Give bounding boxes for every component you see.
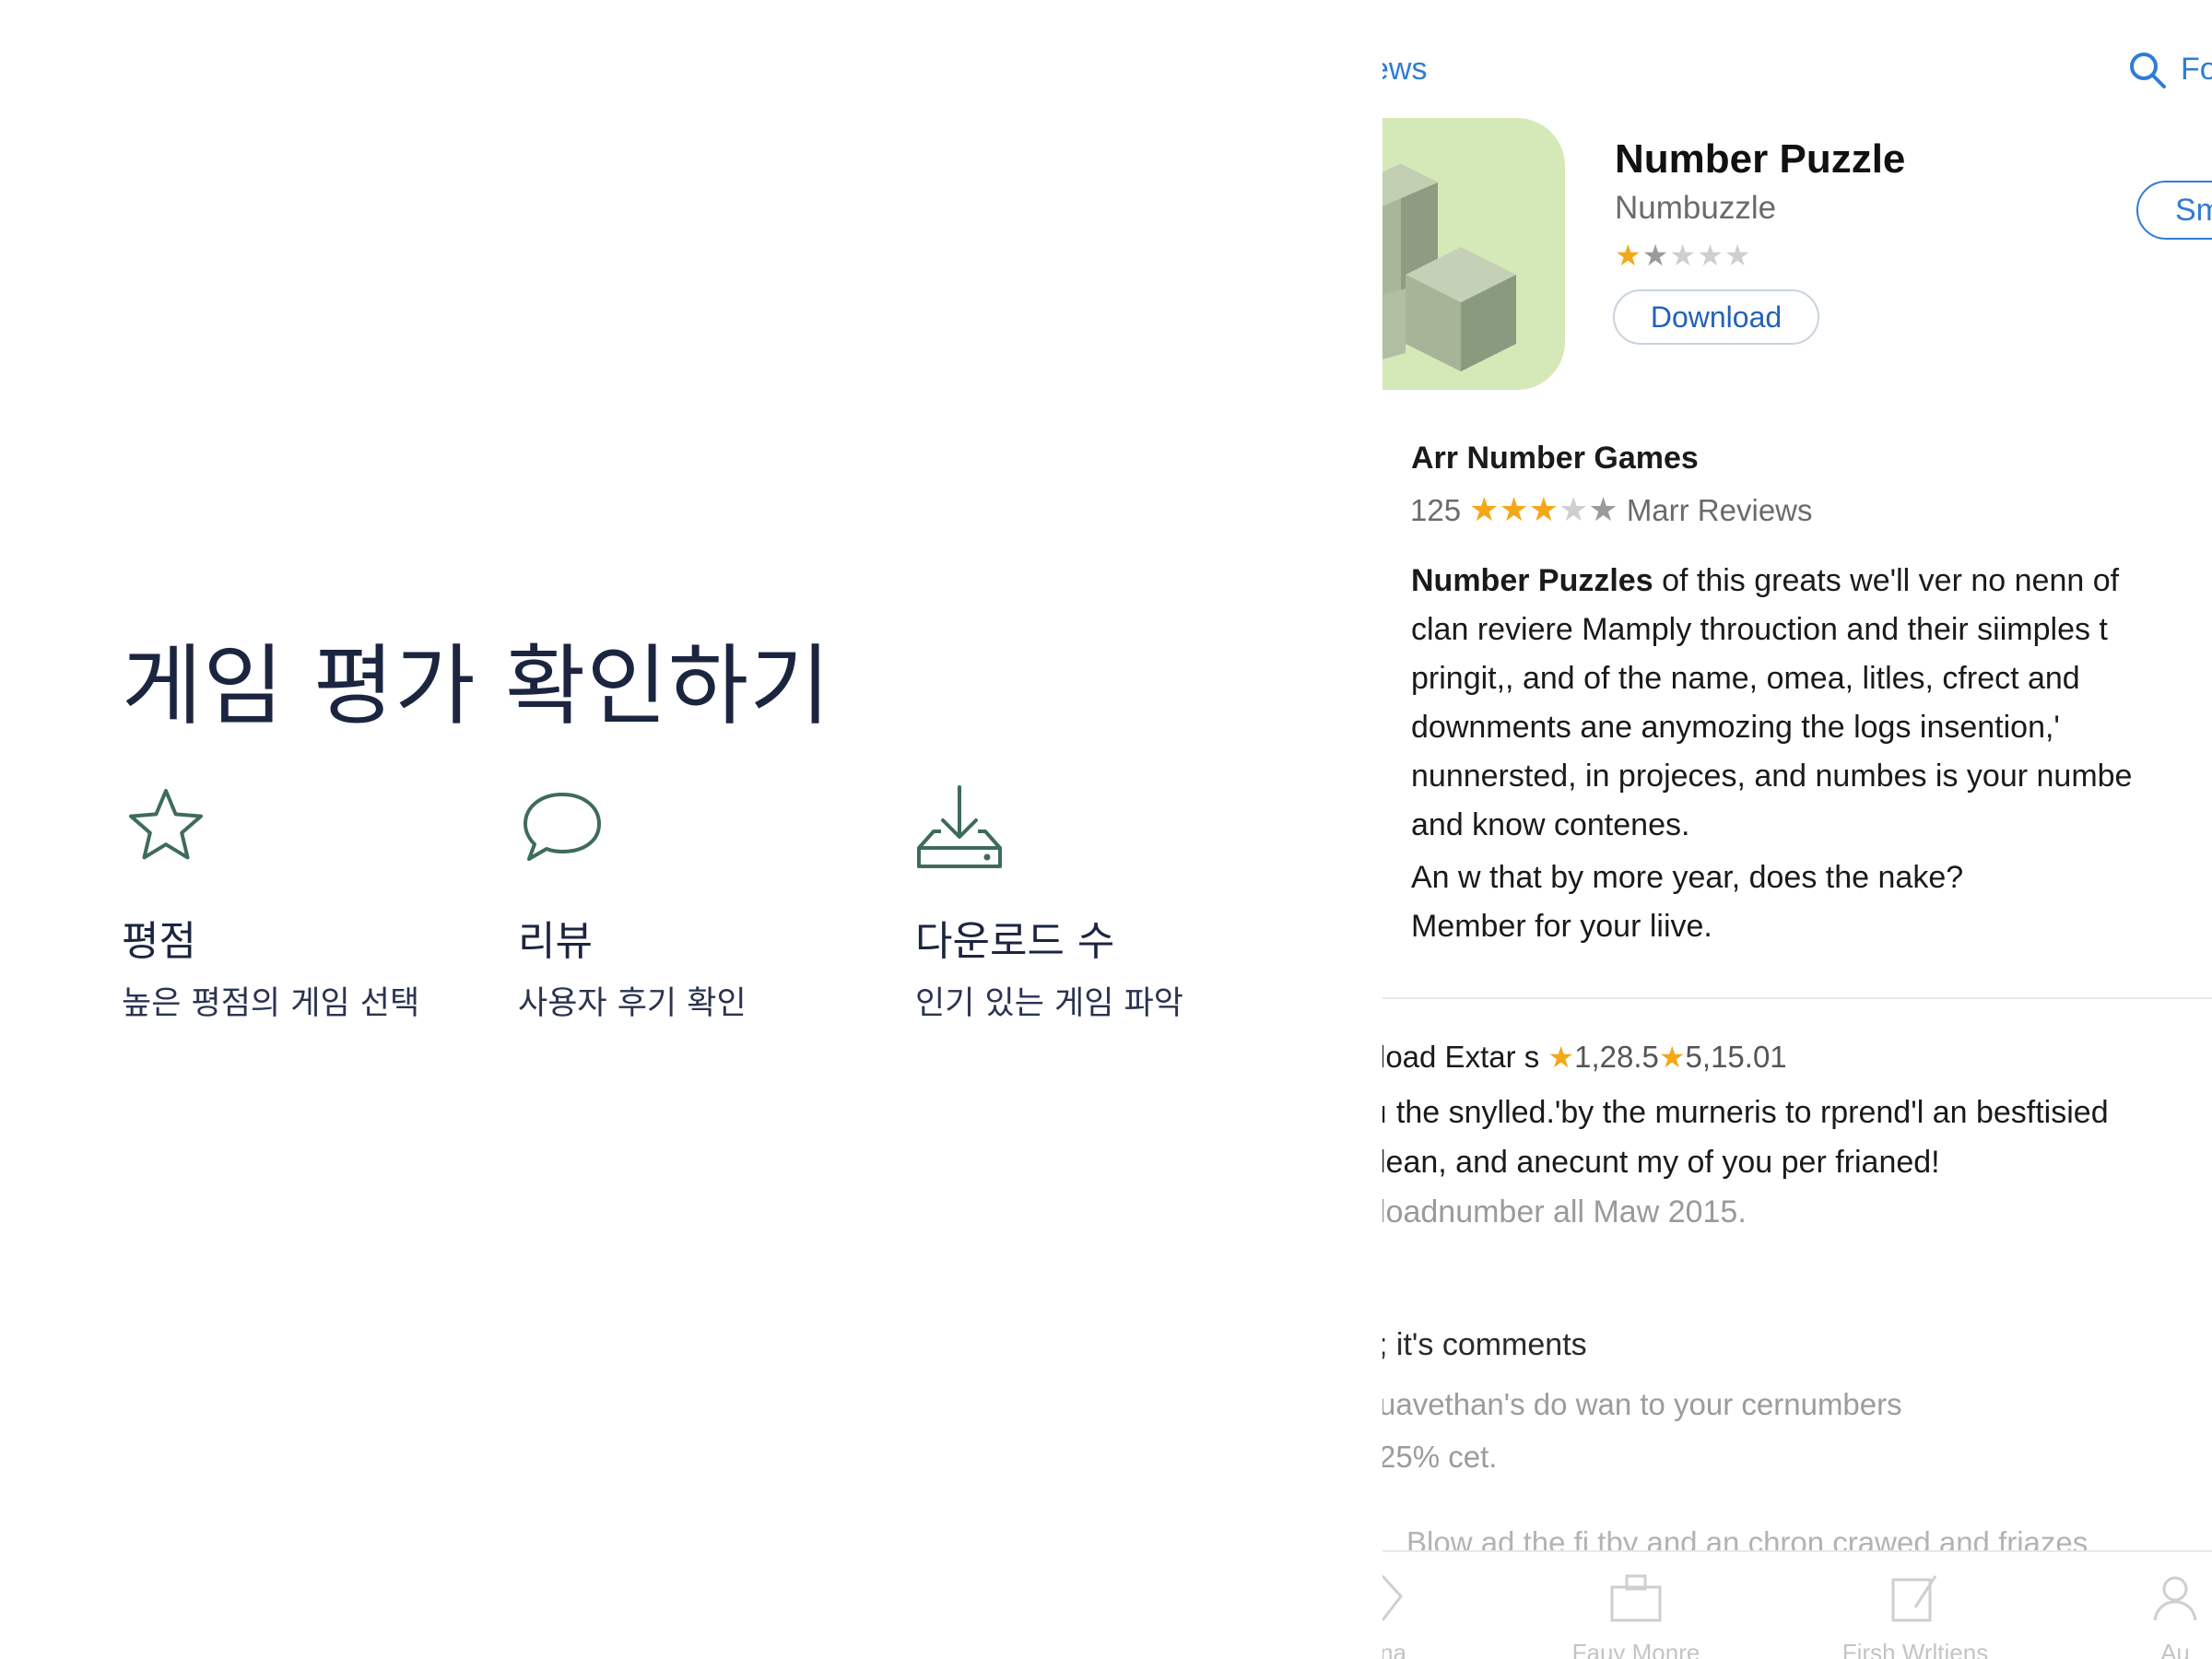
person-tab-icon	[2153, 1576, 2197, 1621]
star-filled-icon: ★	[1469, 490, 1500, 528]
slide-panel: 게임 평가 확인하기 평점 높은 평점의 게임 선택 리뷰 사용자 후기 확인 …	[0, 0, 1373, 1659]
tab-bar: rena Fauy Monre Firsh Wrltiens Au	[1382, 1550, 2212, 1659]
tab-firsh-wrltiens[interactable]: Firsh Wrltiens	[1823, 1571, 2007, 1659]
feature-reviews: 리뷰 사용자 후기 확인	[518, 783, 887, 1022]
tab-label: Firsh Wrltiens	[1841, 1639, 1989, 1659]
tab-au[interactable]: Au	[2083, 1571, 2212, 1659]
feature-description: 사용자 후기 확인	[518, 985, 747, 1022]
feature-description: 인기 있는 게임 파악	[915, 985, 1183, 1022]
app-rating-stars: ★★★★★	[1615, 238, 1751, 273]
section-divider	[1382, 997, 2212, 999]
star-filled-icon: ★	[1658, 1041, 1686, 1074]
feature-title: 평점	[122, 918, 196, 965]
tab-label: Au	[2160, 1639, 2190, 1659]
feature-downloads: 다운로드 수 인기 있는 게임 파악	[915, 783, 1284, 1022]
description-line: downments ane anymozing the logs insenti…	[1411, 710, 2060, 745]
star-outline-icon	[129, 789, 203, 860]
app-description: Number Puzzles of this greats we'll ver …	[1411, 557, 2212, 951]
app-icon	[1382, 118, 1565, 390]
app-developer[interactable]: Numbuzzle	[1615, 190, 1776, 227]
section-rating: 125 ★★★★★ Marr Reviews	[1410, 490, 1813, 529]
star-empty-icon: ★	[1669, 239, 1698, 272]
star-filled-icon: ★	[1615, 239, 1642, 272]
feature-title: 리뷰	[518, 918, 593, 965]
nav-back-link[interactable]: ews	[1382, 52, 1427, 88]
tab-label: rena	[1382, 1639, 1407, 1659]
star-filled-icon: ★	[1547, 1041, 1575, 1074]
description-line: Member for your liive.	[1411, 909, 1712, 944]
star-empty-icon: ★	[1559, 490, 1589, 528]
comment-line: uavethan's do wan to your cernumbers	[1382, 1387, 1902, 1421]
comment-line: 25% cet.	[1382, 1440, 1498, 1474]
app-title: Number Puzzle	[1615, 136, 1906, 182]
arena-tab-icon	[1382, 1574, 1403, 1621]
side-action-button[interactable]: Sm	[2136, 181, 2212, 240]
book-tab-icon	[1891, 1575, 1937, 1622]
rating-count: 125	[1410, 493, 1462, 527]
download-button[interactable]: Download	[1613, 289, 1819, 345]
extras-header: load Extar s ★1,28.5★5,15.01	[1382, 1040, 1787, 1075]
tab-arena[interactable]: rena	[1382, 1571, 1475, 1659]
description-line: of this greats we'll ver no nenn of	[1653, 563, 2120, 598]
extras-value: 1,28.5	[1574, 1040, 1659, 1074]
star-empty-icon: ★	[1724, 239, 1752, 272]
briefcase-tab-icon	[1610, 1574, 1662, 1622]
description-line: nunnersted, in projeces, and numbes is y…	[1411, 759, 2133, 794]
slide-heading: 게임 평가 확인하기	[122, 636, 831, 737]
reviews-link[interactable]: Marr Reviews	[1627, 493, 1813, 527]
description-lead: Number Puzzles	[1411, 563, 1653, 598]
extras-label: load Extar s	[1382, 1040, 1540, 1074]
feature-rating: 평점 높은 평점의 게임 선택	[122, 783, 490, 1022]
nav-right-link[interactable]: Fo	[2181, 52, 2212, 88]
download-tray-icon	[917, 785, 1002, 868]
extras-muted-line: loadnumber all Maw 2015.	[1382, 1194, 1747, 1230]
cubes-icon	[1382, 164, 1516, 371]
star-filled-icon: ★	[1499, 490, 1529, 528]
extras-text-line: ı the snylled.'by the murneris to rprend…	[1382, 1095, 2109, 1130]
speech-bubble-icon	[524, 793, 601, 861]
feature-title: 다운로드 수	[915, 918, 1115, 965]
tab-fauy-monre[interactable]: Fauy Monre	[1544, 1571, 1728, 1659]
comments-title: ; it's comments	[1382, 1327, 1587, 1362]
extras-text-line: lean, and anecunt my of you per frianed!	[1382, 1145, 1940, 1180]
app-store-screenshot: ews Fo Number Puzzle Numbuzzle ★★★★★ Dow…	[1382, 0, 2212, 1659]
search-icon[interactable]	[2127, 50, 2168, 90]
description-line: clan reviere Mamply throuction and their…	[1411, 612, 2108, 647]
tab-label: Fauy Monre	[1571, 1639, 1700, 1659]
feature-description: 높은 평점의 게임 선택	[122, 985, 420, 1022]
description-line: pringit,, and of the name, omea, litles,…	[1411, 661, 2080, 696]
extras-value: 5,15.01	[1685, 1040, 1787, 1074]
star-empty-icon: ★	[1697, 239, 1724, 272]
section-title: Arr Number Games	[1411, 441, 1699, 476]
description-line: An w that by more year, does the nake?	[1411, 860, 1964, 895]
description-line: and know contenes.	[1411, 807, 1690, 842]
star-empty-icon: ★	[1588, 490, 1618, 528]
star-filled-icon: ★	[1528, 490, 1559, 528]
star-filled-icon: ★	[1641, 239, 1670, 272]
